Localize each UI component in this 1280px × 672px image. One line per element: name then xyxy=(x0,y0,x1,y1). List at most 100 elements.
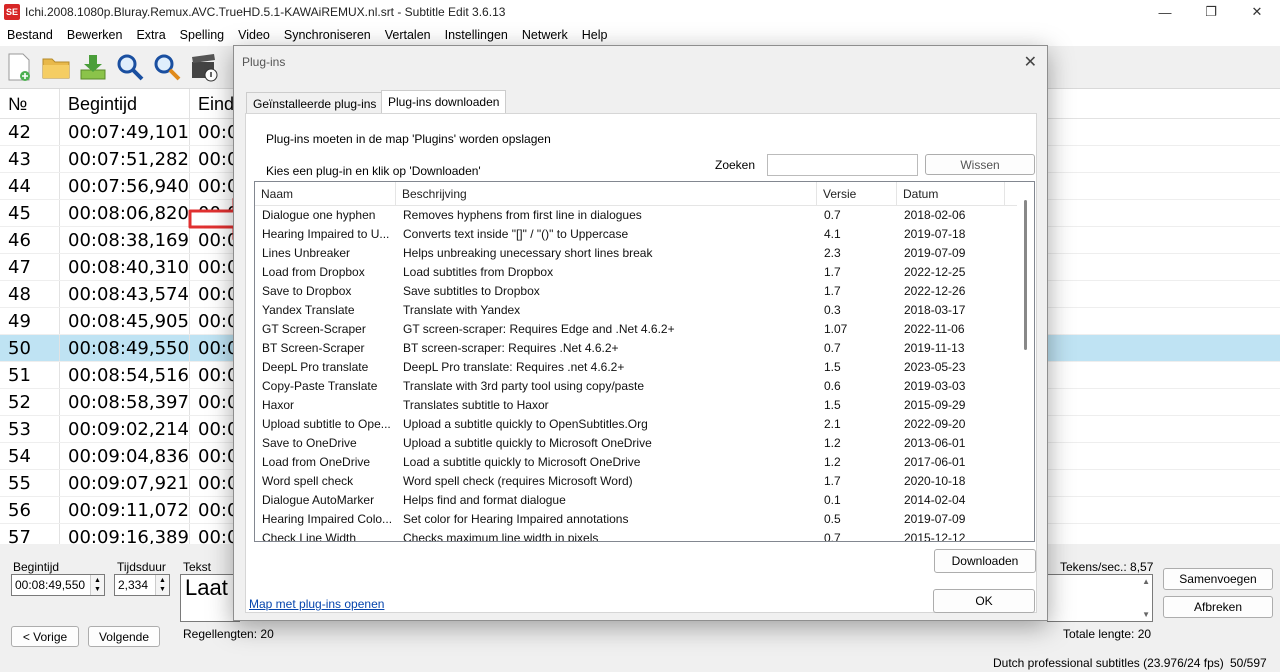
plugins-folder-info: Plug-ins moeten in de map 'Plugins' word… xyxy=(266,132,551,146)
plugin-desc: Load subtitles from Dropbox xyxy=(403,265,554,279)
tab-download-plugins[interactable]: Plug-ins downloaden xyxy=(381,90,507,114)
col-number-header[interactable]: № xyxy=(0,89,60,118)
plugin-date: 2022-11-06 xyxy=(904,322,965,336)
menu-help[interactable]: Help xyxy=(575,24,615,46)
plugin-list-header: Naam Beschrijving Versie Datum xyxy=(255,182,1034,206)
plugin-row[interactable]: Yandex Translate Translate with Yandex 0.3… xyxy=(255,301,1034,320)
grid-cell-t: 00:08:58,397 xyxy=(60,389,190,415)
grid-cell-n: 54 xyxy=(0,443,60,469)
plugin-date: 2019-07-18 xyxy=(904,227,966,241)
menu-bestand[interactable]: Bestand xyxy=(0,24,60,46)
col-name-header[interactable]: Naam xyxy=(255,182,396,205)
dialog-title: Plug-ins xyxy=(242,55,286,69)
plugin-row[interactable]: Dialogue AutoMarker Helps find and format… xyxy=(255,491,1034,510)
grid-cell-t: 00:08:49,550 xyxy=(60,335,190,361)
menu-extra[interactable]: Extra xyxy=(129,24,172,46)
plugin-row[interactable]: Load from Dropbox Load subtitles from Dro… xyxy=(255,263,1034,282)
subtitle-format-status: Dutch professional subtitles (23.976/24 … xyxy=(993,656,1224,670)
maximize-button[interactable]: ❐ xyxy=(1188,0,1234,24)
plugin-ver: 0.3 xyxy=(824,303,841,317)
merge-button[interactable]: Samenvoegen xyxy=(1163,568,1273,590)
plugin-name: Dialogue AutoMarker xyxy=(262,493,375,507)
menu-video[interactable]: Video xyxy=(231,24,277,46)
download-icon[interactable] xyxy=(77,51,109,83)
clear-search-button[interactable]: Wissen xyxy=(925,154,1035,175)
next-button[interactable]: Volgende xyxy=(88,626,160,647)
plugin-desc: GT screen-scraper: Requires Edge and .Ne… xyxy=(403,322,675,336)
plugin-date: 2018-02-06 xyxy=(904,208,966,222)
plugin-row[interactable]: Copy-Paste Translate Translate with 3rd p… xyxy=(255,377,1034,396)
plugin-name: DeepL Pro translate xyxy=(262,360,369,374)
plugin-date: 2018-03-17 xyxy=(904,303,966,317)
plugin-ver: 0.1 xyxy=(824,493,841,507)
search-icon[interactable] xyxy=(114,51,146,83)
ok-button[interactable]: OK xyxy=(933,589,1035,613)
begin-time-value: 00:08:49,550 xyxy=(15,578,86,592)
plugin-name: Save to OneDrive xyxy=(262,436,357,450)
subtitle-text-input-right[interactable]: ▲ ▼ xyxy=(1047,574,1153,622)
scroll-up-icon[interactable]: ▲ xyxy=(1142,577,1150,586)
duration-spinner[interactable]: ▲ ▼ xyxy=(155,575,169,595)
plugin-row[interactable]: Save to Dropbox Save subtitles to Dropbox… xyxy=(255,282,1034,301)
begin-time-input[interactable]: 00:08:49,550 ▲ ▼ xyxy=(11,574,105,596)
plugin-row[interactable]: Check Line Width Checks maximum line widt… xyxy=(255,529,1034,541)
plugin-date: 2014-02-04 xyxy=(904,493,966,507)
menu-instellingen[interactable]: Instellingen xyxy=(438,24,515,46)
plugin-desc: BT screen-scraper: Requires .Net 4.6.2+ xyxy=(403,341,619,355)
grid-cell-n: 57 xyxy=(0,524,60,544)
plugin-row[interactable]: Save to OneDrive Upload a subtitle quickl… xyxy=(255,434,1034,453)
plugin-row[interactable]: DeepL Pro translate DeepL Pro translate: … xyxy=(255,358,1034,377)
download-button[interactable]: Downloaden xyxy=(934,549,1036,573)
close-window-button[interactable]: ✕ xyxy=(1234,0,1280,24)
plugin-row[interactable]: Upload subtitle to Ope... Upload a subtit… xyxy=(255,415,1034,434)
col-date-header[interactable]: Datum xyxy=(897,182,1005,205)
plugin-desc: Removes hyphens from first line in dialo… xyxy=(403,208,642,222)
plugin-row[interactable]: Load from OneDrive Load a subtitle quickl… xyxy=(255,453,1034,472)
grid-cell-n: 44 xyxy=(0,173,60,199)
plugin-name: Upload subtitle to Ope... xyxy=(262,417,391,431)
position-status: 50/597 xyxy=(1230,656,1267,670)
col-begin-header[interactable]: Begintijd xyxy=(60,89,190,118)
open-folder-icon[interactable] xyxy=(40,51,72,83)
scrollbar-thumb[interactable] xyxy=(1024,200,1027,350)
menu-vertalen[interactable]: Vertalen xyxy=(378,24,438,46)
duration-input[interactable]: 2,334 ▲ ▼ xyxy=(114,574,170,596)
begin-time-spinner[interactable]: ▲ ▼ xyxy=(90,575,104,595)
col-description-header[interactable]: Beschrijving xyxy=(396,182,817,205)
grid-cell-n: 56 xyxy=(0,497,60,523)
plugin-row[interactable]: Hearing Impaired Colo... Set color for He… xyxy=(255,510,1034,529)
previous-button[interactable]: < Vorige xyxy=(11,626,79,647)
dialog-close-icon[interactable]: ✕ xyxy=(1024,52,1037,72)
col-version-header[interactable]: Versie xyxy=(817,182,897,205)
plugin-name: Word spell check xyxy=(262,474,354,488)
grid-cell-n: 45 xyxy=(0,200,60,226)
plugin-ver: 1.2 xyxy=(824,455,841,469)
tab-installed-plugins[interactable]: Geïnstalleerde plug-ins xyxy=(246,92,384,114)
grid-cell-t: 00:09:07,921 xyxy=(60,470,190,496)
plugin-search-input[interactable] xyxy=(767,154,918,176)
plugin-row[interactable]: Lines Unbreaker Helps unbreaking unecessa… xyxy=(255,244,1034,263)
menu-synchroniseren[interactable]: Synchroniseren xyxy=(277,24,378,46)
open-plugins-folder-link[interactable]: Map met plug-ins openen xyxy=(249,597,384,611)
plugin-row[interactable]: Dialogue one hyphen Removes hyphens from … xyxy=(255,206,1034,225)
scroll-down-icon[interactable]: ▼ xyxy=(1142,610,1150,619)
new-file-icon[interactable] xyxy=(3,51,35,83)
plugin-row[interactable]: Hearing Impaired to U... Converts text in… xyxy=(255,225,1034,244)
plugin-row[interactable]: BT Screen-Scraper BT screen-scraper: Requ… xyxy=(255,339,1034,358)
subtitle-text-input[interactable]: Laat xyxy=(180,574,240,622)
plugin-row[interactable]: GT Screen-Scraper GT screen-scraper: Requ… xyxy=(255,320,1034,339)
video-clapper-icon[interactable] xyxy=(188,51,220,83)
menu-spelling[interactable]: Spelling xyxy=(173,24,231,46)
replace-icon[interactable] xyxy=(151,51,183,83)
plugin-date: 2020-10-18 xyxy=(904,474,966,488)
menu-netwerk[interactable]: Netwerk xyxy=(515,24,575,46)
grid-cell-t: 00:08:45,905 xyxy=(60,308,190,334)
split-button[interactable]: Afbreken xyxy=(1163,596,1273,618)
minimize-button[interactable]: — xyxy=(1142,0,1188,24)
menu-bewerken[interactable]: Bewerken xyxy=(60,24,130,46)
plugin-name: Haxor xyxy=(262,398,295,412)
plugin-row[interactable]: Word spell check Word spell check (requir… xyxy=(255,472,1034,491)
plugin-row[interactable]: Haxor Translates subtitle to Haxor 1.5 2015… xyxy=(255,396,1034,415)
plugin-date: 2017-06-01 xyxy=(904,455,966,469)
plugin-list-scrollbar[interactable] xyxy=(1017,182,1034,541)
